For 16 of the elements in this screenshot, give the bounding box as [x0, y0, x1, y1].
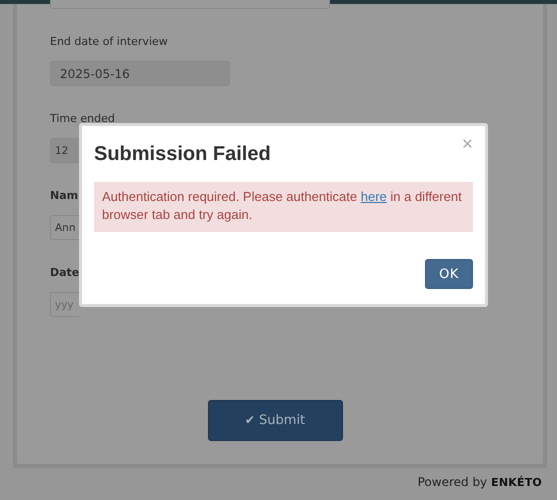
powered-by-text: Powered by [418, 475, 488, 489]
error-message: Authentication required. Please authenticate here in a different browser tab and try again. [94, 182, 473, 232]
ok-button[interactable]: OK [425, 259, 473, 289]
close-button[interactable]: × [462, 135, 473, 155]
input-field[interactable]: 12 [50, 138, 79, 163]
input-field[interactable]: 2025-05-16 [50, 61, 230, 86]
submit-button[interactable]: ✔ Submit [208, 400, 342, 441]
field-label: End date of interview [50, 35, 168, 49]
field-label: Date [50, 266, 80, 280]
link[interactable]: here [360, 189, 387, 204]
check-icon: ✔ [244, 413, 255, 427]
field-label: Nam [50, 189, 78, 203]
input-field[interactable]: Ann [50, 215, 79, 240]
logo: ENKÉTO [491, 476, 542, 489]
field-label: Time ended [50, 112, 115, 126]
dialog-title: Submission Failed [94, 143, 271, 166]
